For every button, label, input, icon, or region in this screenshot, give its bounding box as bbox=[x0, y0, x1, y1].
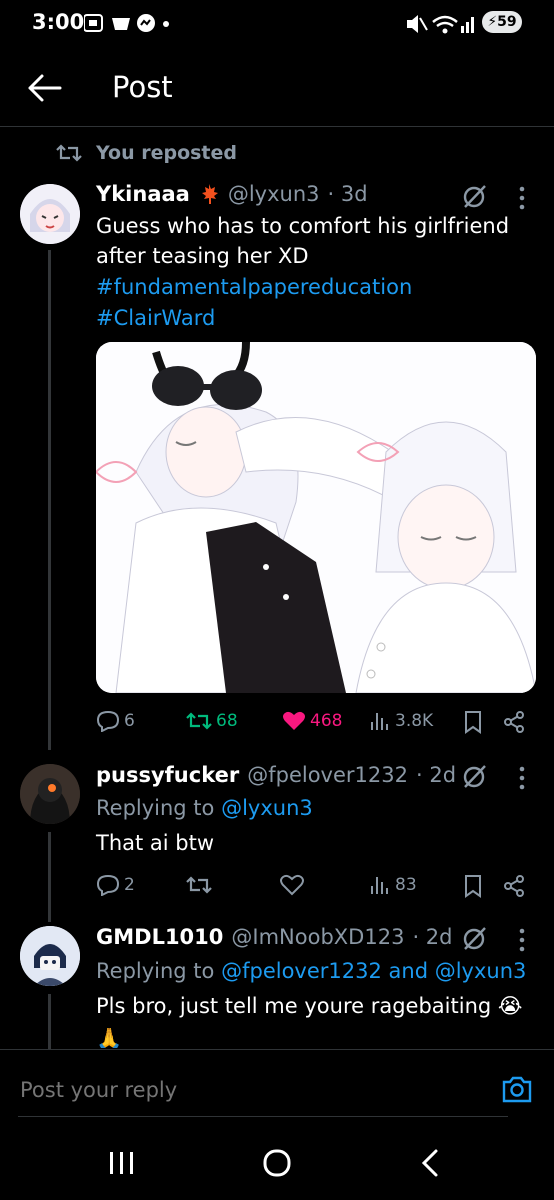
avatar[interactable] bbox=[20, 184, 80, 244]
page-title: Post bbox=[112, 70, 173, 104]
post-image[interactable] bbox=[96, 342, 536, 693]
bookmark-icon[interactable] bbox=[463, 710, 483, 734]
like-count: 468 bbox=[310, 711, 343, 731]
views-icon bbox=[371, 877, 388, 894]
repost-label: You reposted bbox=[96, 142, 237, 164]
replying-to-line: Replying to @lyxun3 bbox=[96, 793, 313, 823]
battery-indicator: ⚡ 59 bbox=[482, 11, 522, 33]
author-handle[interactable]: @ImNoobXD123 bbox=[231, 925, 404, 949]
reply-text: That ai btw bbox=[96, 831, 215, 855]
repost-count: 68 bbox=[216, 711, 238, 731]
notification-icons bbox=[84, 14, 169, 32]
back-arrow-icon[interactable] bbox=[26, 70, 66, 106]
author-handle[interactable]: @lyxun3 bbox=[228, 182, 320, 206]
repost-indicator: You reposted bbox=[56, 142, 237, 164]
post-time: · 2d bbox=[412, 925, 453, 949]
status-bar: 3:00 ⚡ 59 bbox=[0, 0, 554, 48]
header: Post bbox=[0, 52, 554, 127]
camera-icon[interactable] bbox=[501, 1074, 533, 1104]
grok-icon[interactable] bbox=[460, 763, 488, 791]
author-name[interactable]: pussyfucker bbox=[96, 763, 239, 787]
grok-icon[interactable] bbox=[460, 183, 488, 211]
replying-to-label: Replying to bbox=[96, 959, 215, 983]
reply-author-line: GMDL1010 @ImNoobXD123 · 2d bbox=[96, 925, 452, 949]
author-name[interactable]: Ykinaaa bbox=[96, 182, 190, 206]
divider bbox=[18, 1116, 508, 1117]
avatar-image bbox=[20, 926, 80, 986]
reply-icon bbox=[96, 874, 120, 896]
heart-filled-icon bbox=[283, 711, 305, 730]
avatar[interactable] bbox=[20, 926, 80, 986]
replying-to-line: Replying to @fpelover1232 and @lyxun3 bbox=[96, 956, 526, 986]
views-icon bbox=[371, 713, 388, 730]
repost-icon bbox=[56, 144, 82, 162]
system-icons bbox=[407, 15, 474, 34]
repost-icon bbox=[186, 712, 212, 730]
reply-icon bbox=[96, 710, 120, 732]
maple-leaf-icon bbox=[201, 184, 218, 204]
more-options-icon[interactable] bbox=[516, 926, 528, 954]
more-options-icon[interactable] bbox=[516, 184, 528, 212]
back-icon[interactable] bbox=[420, 1148, 440, 1178]
reply-text: Pls bro, just tell me youre ragebaiting … bbox=[96, 994, 523, 1018]
reply-input[interactable] bbox=[18, 1072, 462, 1108]
replying-to-handle[interactable]: @lyxun3 bbox=[221, 796, 313, 820]
grok-icon[interactable] bbox=[460, 925, 488, 953]
share-icon[interactable] bbox=[502, 874, 526, 898]
avatar-image bbox=[20, 764, 80, 824]
heart-icon[interactable] bbox=[280, 874, 304, 896]
post-time: · 3d bbox=[327, 182, 368, 206]
avatar-image bbox=[20, 184, 80, 244]
reply-composer bbox=[0, 1049, 554, 1130]
reply-button[interactable]: 2 bbox=[96, 874, 135, 896]
replying-to-label: Replying to bbox=[96, 796, 215, 820]
post-time: · 2d bbox=[415, 763, 457, 787]
author-name[interactable]: GMDL1010 bbox=[96, 925, 223, 949]
views-count: 3.8K bbox=[395, 711, 434, 731]
repost-button[interactable]: 68 bbox=[186, 710, 238, 732]
reply-author-line: pussyfucker @fpelover1232 · 2d bbox=[96, 763, 456, 787]
repost-icon[interactable] bbox=[186, 874, 212, 896]
like-button[interactable]: 468 bbox=[282, 710, 342, 732]
post-text: Guess who has to comfort his girlfriend … bbox=[96, 214, 510, 268]
views-button[interactable]: 3.8K bbox=[369, 710, 433, 732]
author-handle[interactable]: @fpelover1232 bbox=[247, 763, 408, 787]
views-count: 83 bbox=[395, 875, 417, 895]
status-time: 3:00 bbox=[32, 10, 85, 34]
recent-apps-icon[interactable] bbox=[108, 1150, 136, 1176]
hashtag-link[interactable]: #ClairWard bbox=[96, 303, 215, 333]
illustration-image bbox=[96, 342, 536, 693]
reply-text-continued: 🙏 bbox=[96, 1027, 123, 1048]
more-options-icon[interactable] bbox=[516, 764, 528, 792]
avatar[interactable] bbox=[20, 764, 80, 824]
home-icon[interactable] bbox=[262, 1148, 292, 1178]
thread-line bbox=[48, 832, 51, 922]
share-icon[interactable] bbox=[502, 710, 526, 734]
reply-button[interactable]: 6 bbox=[96, 710, 135, 732]
system-nav-bar bbox=[0, 1130, 554, 1200]
hashtag-link[interactable]: #fundamentalpapereducation bbox=[96, 272, 412, 302]
reply-count: 6 bbox=[124, 711, 135, 731]
thread-line bbox=[48, 250, 51, 750]
bookmark-icon[interactable] bbox=[463, 874, 483, 898]
reply-count: 2 bbox=[124, 875, 135, 895]
thread-line bbox=[48, 994, 51, 1049]
views-button[interactable]: 83 bbox=[369, 874, 417, 896]
replying-to-handle[interactable]: @fpelover1232 and @lyxun3 bbox=[221, 959, 526, 983]
post-author-line: Ykinaaa @lyxun3 · 3d bbox=[96, 182, 368, 206]
